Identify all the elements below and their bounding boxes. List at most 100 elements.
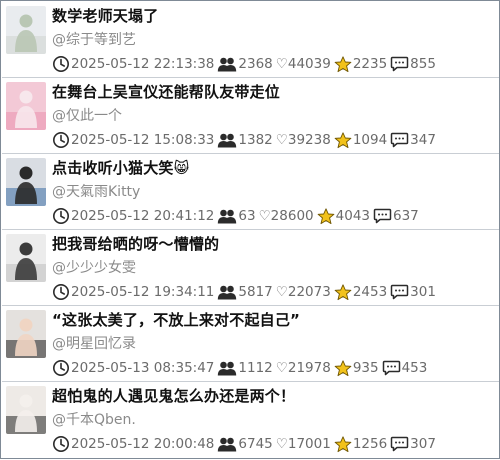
list-item[interactable]: 超怕鬼的人遇见鬼怎么办还是两个！ @千本Qben. 2025-05-12 20:… (2, 382, 499, 460)
publish-time: 2025-05-13 08:35:47 (52, 359, 214, 377)
thumbnail-image (6, 82, 46, 130)
likes-stat: ♡28600 (259, 207, 314, 225)
clock-icon (53, 132, 69, 148)
video-stats: 2025-05-13 08:35:47 1112 ♡21978 935 453 (52, 358, 495, 378)
followers-count: 6745 (238, 436, 273, 452)
followers-stat: 1112 (217, 359, 273, 377)
followers-count: 1382 (238, 132, 273, 148)
video-stats: 2025-05-12 22:13:38 2368 ♡44039 2235 855 (52, 54, 495, 74)
comments-stat: 453 (382, 359, 428, 377)
followers-count: 5817 (238, 284, 273, 300)
comment-icon (390, 436, 409, 452)
comments-count: 855 (410, 56, 436, 72)
star-icon (334, 435, 352, 452)
thumbnail-image (6, 310, 46, 358)
star-icon (334, 359, 352, 376)
video-author[interactable]: @少少少女雯 (52, 257, 493, 277)
comment-icon (373, 208, 392, 224)
clock-icon (53, 56, 69, 72)
list-item[interactable]: 数学老师天塌了 @综于等到艺 2025-05-12 22:13:38 2368 (2, 2, 499, 78)
stars-stat: 1256 (334, 435, 387, 453)
stars-stat: 4043 (317, 207, 370, 225)
likes-count: ♡39238 (275, 132, 331, 148)
stars-count: 2235 (352, 56, 388, 72)
followers-stat: 63 (217, 207, 256, 225)
likes-stat: ♡22073 (276, 283, 331, 301)
comments-stat: 637 (373, 207, 419, 225)
clock-icon (53, 436, 69, 452)
video-title[interactable]: 在舞台上吴宣仪还能帮队友带走位 (52, 81, 493, 102)
likes-count: ♡21978 (275, 360, 331, 376)
stars-stat: 935 (334, 359, 379, 377)
followers-stat: 5817 (217, 283, 273, 301)
comments-count: 453 (401, 360, 428, 376)
comments-count: 637 (393, 208, 419, 224)
video-author[interactable]: @千本Qben. (52, 409, 493, 429)
publish-time: 2025-05-12 22:13:38 (52, 55, 214, 73)
video-thumbnail[interactable] (6, 82, 46, 130)
publish-time-text: 2025-05-12 22:13:38 (71, 56, 215, 72)
video-title[interactable]: “这张太美了，不放上来对不起自己” (52, 309, 493, 330)
star-icon (334, 283, 352, 300)
comments-stat: 301 (390, 283, 436, 301)
video-author[interactable]: @明星回忆录 (52, 333, 493, 353)
stars-stat: 1094 (334, 131, 387, 149)
video-thumbnail[interactable] (6, 386, 46, 434)
thumbnail-image (6, 158, 46, 206)
video-author[interactable]: @天氣雨Kitty (52, 181, 493, 201)
comments-stat: 855 (390, 55, 436, 73)
list-item[interactable]: “这张太美了，不放上来对不起自己” @明星回忆录 2025-05-13 08:3… (2, 306, 499, 382)
likes-stat: ♡17001 (276, 435, 331, 453)
clock-icon (53, 360, 69, 376)
video-author[interactable]: @仅此一个 (52, 105, 493, 125)
likes-count: ♡17001 (275, 436, 331, 452)
video-thumbnail[interactable] (6, 234, 46, 282)
video-stats: 2025-05-12 19:34:11 5817 ♡22073 2453 301 (52, 282, 495, 302)
publish-time: 2025-05-12 20:41:12 (52, 207, 214, 225)
video-title[interactable]: 超怕鬼的人遇见鬼怎么办还是两个！ (52, 385, 493, 406)
followers-count: 63 (238, 208, 256, 224)
star-icon (334, 55, 352, 72)
publish-time-text: 2025-05-12 15:08:33 (71, 132, 215, 148)
video-thumbnail[interactable] (6, 310, 46, 358)
comments-count: 347 (410, 132, 436, 148)
list-item[interactable]: 点击收听小猫大笑😸 @天氣雨Kitty 2025-05-12 20:41:12 … (2, 154, 499, 230)
list-item[interactable]: 把我哥给晒的呀～懵懵的 @少少少女雯 2025-05-12 19:34:11 5… (2, 230, 499, 306)
likes-stat: ♡21978 (276, 359, 331, 377)
comments-stat: 307 (390, 435, 436, 453)
comments-stat: 347 (390, 131, 436, 149)
comments-count: 307 (410, 436, 436, 452)
followers-stat: 6745 (217, 435, 273, 453)
publish-time-text: 2025-05-13 08:35:47 (71, 360, 215, 376)
thumbnail-image (6, 6, 46, 54)
users-icon (218, 209, 237, 224)
video-stats: 2025-05-12 20:00:48 6745 ♡17001 1256 307 (52, 434, 495, 454)
video-author[interactable]: @综于等到艺 (52, 29, 493, 49)
video-title[interactable]: 数学老师天塌了 (52, 5, 493, 26)
likes-count: ♡44039 (275, 56, 331, 72)
video-list-panel: 数学老师天塌了 @综于等到艺 2025-05-12 22:13:38 2368 (0, 0, 500, 459)
publish-time-text: 2025-05-12 20:00:48 (71, 436, 215, 452)
followers-count: 2368 (238, 56, 273, 72)
video-thumbnail[interactable] (6, 6, 46, 54)
comment-icon (390, 56, 409, 72)
list-item[interactable]: 在舞台上吴宣仪还能帮队友带走位 @仅此一个 2025-05-12 15:08:3… (2, 78, 499, 154)
star-icon (317, 207, 334, 224)
video-stats: 2025-05-12 15:08:33 1382 ♡39238 1094 347 (52, 130, 495, 150)
video-thumbnail[interactable] (6, 158, 46, 206)
thumbnail-image (6, 234, 46, 282)
likes-count: ♡28600 (258, 208, 314, 224)
users-icon (218, 57, 237, 72)
comment-icon (390, 284, 409, 300)
video-title[interactable]: 把我哥给晒的呀～懵懵的 (52, 233, 493, 254)
comment-icon (390, 132, 409, 148)
publish-time: 2025-05-12 15:08:33 (52, 131, 214, 149)
likes-count: ♡22073 (275, 284, 331, 300)
video-stats: 2025-05-12 20:41:12 63 ♡28600 4043 637 (52, 206, 495, 226)
stars-count: 1256 (352, 436, 388, 452)
video-title[interactable]: 点击收听小猫大笑😸 (52, 157, 493, 178)
stars-count: 4043 (335, 208, 370, 224)
publish-time: 2025-05-12 20:00:48 (52, 435, 214, 453)
users-icon (218, 133, 237, 148)
comment-icon (382, 360, 400, 376)
